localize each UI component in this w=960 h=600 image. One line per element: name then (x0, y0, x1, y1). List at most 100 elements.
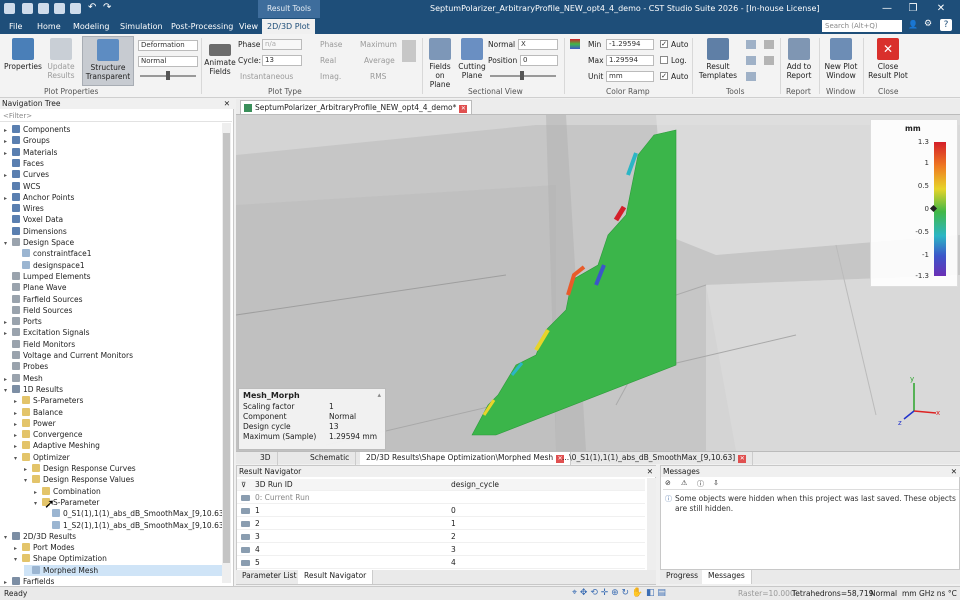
save-icon[interactable] (54, 3, 65, 14)
tab-file[interactable]: File (4, 19, 27, 34)
tab-progress[interactable]: Progress (660, 570, 706, 584)
tree-item[interactable]: Field Sources (4, 305, 222, 316)
expand-arrow-icon[interactable]: ▾ (24, 475, 32, 486)
rms-option[interactable]: RMS (370, 72, 386, 81)
normal-axis-dropdown[interactable]: X (518, 39, 558, 50)
pin-icon[interactable] (241, 495, 250, 501)
collapse-icon[interactable]: ▴ (377, 391, 381, 399)
table-row[interactable]: 43 (237, 544, 645, 556)
max-input[interactable]: 1.29594 (606, 55, 654, 66)
close-panel-icon[interactable]: ✕ (951, 466, 957, 477)
tree-item[interactable]: ▸ Anchor Points (4, 192, 222, 203)
search-box[interactable]: Search (Alt+Q) (822, 20, 902, 32)
color-ramp-icon[interactable] (570, 39, 580, 49)
plot-type-icon[interactable] (402, 40, 416, 62)
tree-item[interactable]: ▸ Balance (14, 407, 222, 418)
close-tab-icon[interactable]: ✕ (738, 455, 747, 463)
tree-scrollbar[interactable] (222, 123, 231, 583)
export-icon[interactable]: ⇩ (713, 479, 719, 487)
tree-item[interactable]: ▸ Combination (34, 486, 222, 497)
tree-item[interactable]: Faces (4, 158, 222, 169)
tree-item[interactable]: ▾ Design Response Values (24, 474, 222, 485)
tree-item[interactable]: ▸ Adaptive Meshing (14, 440, 222, 451)
tree-item[interactable]: ▾ 1D Results (4, 384, 222, 395)
tree-item[interactable]: ▸ Port Modes (14, 542, 222, 553)
close-window-button[interactable]: ✕ (934, 2, 948, 16)
tree-item[interactable]: ▸ Design Response Curves (24, 463, 222, 474)
view-tool-icons[interactable]: ⌖ ✥ ⟲ ✛ ⊕ ↻ ✋ ◧ ▤ (572, 587, 666, 600)
tree-item[interactable]: ▸ S-Parameters (14, 395, 222, 406)
fields-on-plane-button[interactable]: Fields on Plane (424, 36, 456, 89)
expand-arrow-icon[interactable]: ▾ (4, 385, 12, 396)
imag-option[interactable]: Imag. (320, 72, 341, 81)
instantaneous-option[interactable]: Instantaneous (240, 72, 293, 81)
tab-view[interactable]: View (234, 19, 263, 34)
tab-modeling[interactable]: Modeling (68, 19, 114, 34)
scale-slider-handle[interactable] (166, 71, 170, 80)
deformation-dropdown[interactable]: Deformation (138, 40, 198, 51)
tree-item[interactable]: ▸ Ports (4, 316, 222, 327)
update-results-button[interactable]: Update Results (44, 36, 78, 86)
tree-item[interactable]: ▸ Materials (4, 147, 222, 158)
table-row[interactable]: 10 (237, 505, 645, 517)
close-result-plot-button[interactable]: ✕ Close Result Plot (866, 36, 910, 86)
animate-fields-button[interactable]: Animate Fields (204, 36, 236, 86)
tree-item[interactable]: Voltage and Current Monitors (4, 350, 222, 361)
expand-arrow-icon[interactable]: ▾ (34, 498, 42, 509)
cycle-input[interactable]: 13 (262, 55, 302, 66)
close-panel-icon[interactable]: ✕ (224, 98, 230, 109)
user-icon[interactable]: 👤 (908, 20, 918, 29)
tree-item[interactable]: Wires (4, 203, 222, 214)
tree-item[interactable]: ▾ 2D/3D Results (4, 531, 222, 542)
redo-icon[interactable]: ↷ (103, 2, 111, 13)
pin-icon[interactable] (241, 521, 250, 527)
tree-item[interactable]: ▸ Power (14, 418, 222, 429)
tree-item[interactable]: Plane Wave (4, 282, 222, 293)
tree-item[interactable]: ▸ Convergence (14, 429, 222, 440)
tree-item[interactable]: ▸ Groups (4, 135, 222, 146)
tree-item[interactable]: Lumped Elements (4, 271, 222, 282)
add-to-report-button[interactable]: Add to Report (782, 36, 816, 86)
pin-icon[interactable] (241, 560, 250, 566)
tool-icon-4[interactable] (764, 40, 774, 49)
new-plot-window-button[interactable]: New Plot Window (822, 36, 860, 86)
tree-item[interactable]: Morphed Mesh (24, 564, 222, 576)
tree-item[interactable]: Probes (4, 361, 222, 372)
tab-simulation[interactable]: Simulation (115, 19, 168, 34)
maximize-button[interactable]: ❐ (906, 2, 920, 16)
document-tab[interactable]: SeptumPolarizer_ArbitraryProfile_NEW_opt… (240, 100, 473, 114)
tree-item[interactable]: ▾ S-Parameter ➚ (34, 497, 222, 511)
view-tab-3d[interactable]: 3D (254, 452, 278, 465)
pin-icon[interactable] (241, 534, 250, 540)
clear-icon[interactable]: ⊘ (665, 479, 671, 487)
tab-parameter-list[interactable]: Parameter List (236, 570, 304, 584)
print-icon[interactable] (70, 3, 81, 14)
position-slider-handle[interactable] (520, 71, 524, 80)
tree-item[interactable]: 0_S1(1),1(1)_abs_dB_SmoothMax_[9,10.63] (44, 508, 227, 519)
tree-item[interactable]: constraintface1 (14, 248, 222, 259)
3d-viewport[interactable]: SeptumPolarizer_ArbitraryProfile_NEW_opt… (236, 99, 960, 451)
position-input[interactable]: 0 (520, 55, 558, 66)
phase-input[interactable]: n/a (262, 39, 302, 50)
tree-item[interactable]: designspace1 (14, 260, 222, 271)
table-row[interactable]: 21 (237, 518, 645, 530)
real-option[interactable]: Real (320, 56, 336, 65)
tree-item[interactable]: ▸ Excitation Signals (4, 327, 222, 338)
tree-item[interactable]: Voxel Data (4, 214, 222, 225)
expand-arrow-icon[interactable]: ▾ (14, 554, 22, 565)
close-panel-icon[interactable]: ✕ (647, 466, 653, 477)
expand-arrow-icon[interactable]: ▾ (4, 238, 12, 249)
expand-arrow-icon[interactable]: ▾ (14, 453, 22, 464)
info-filter-icon[interactable]: ⓘ (697, 479, 704, 489)
filter-icon[interactable]: ⊽ (241, 479, 246, 491)
properties-button[interactable]: Properties (4, 36, 42, 86)
cutting-plane-button[interactable]: Cutting Plane (458, 36, 486, 86)
tree-item[interactable]: ▸ Mesh (4, 373, 222, 384)
view-tab-morphed-mesh[interactable]: 2D/3D Results\Shape Optimization\Morphed… (360, 452, 572, 465)
result-scrollbar[interactable] (647, 478, 656, 570)
pin-icon[interactable] (241, 508, 250, 514)
tool-icon-3[interactable] (746, 72, 756, 81)
open-folder-icon[interactable] (38, 3, 49, 14)
tree-item[interactable]: ▸ Curves (4, 169, 222, 180)
tree-filter-input[interactable]: <Filter> (0, 110, 232, 122)
